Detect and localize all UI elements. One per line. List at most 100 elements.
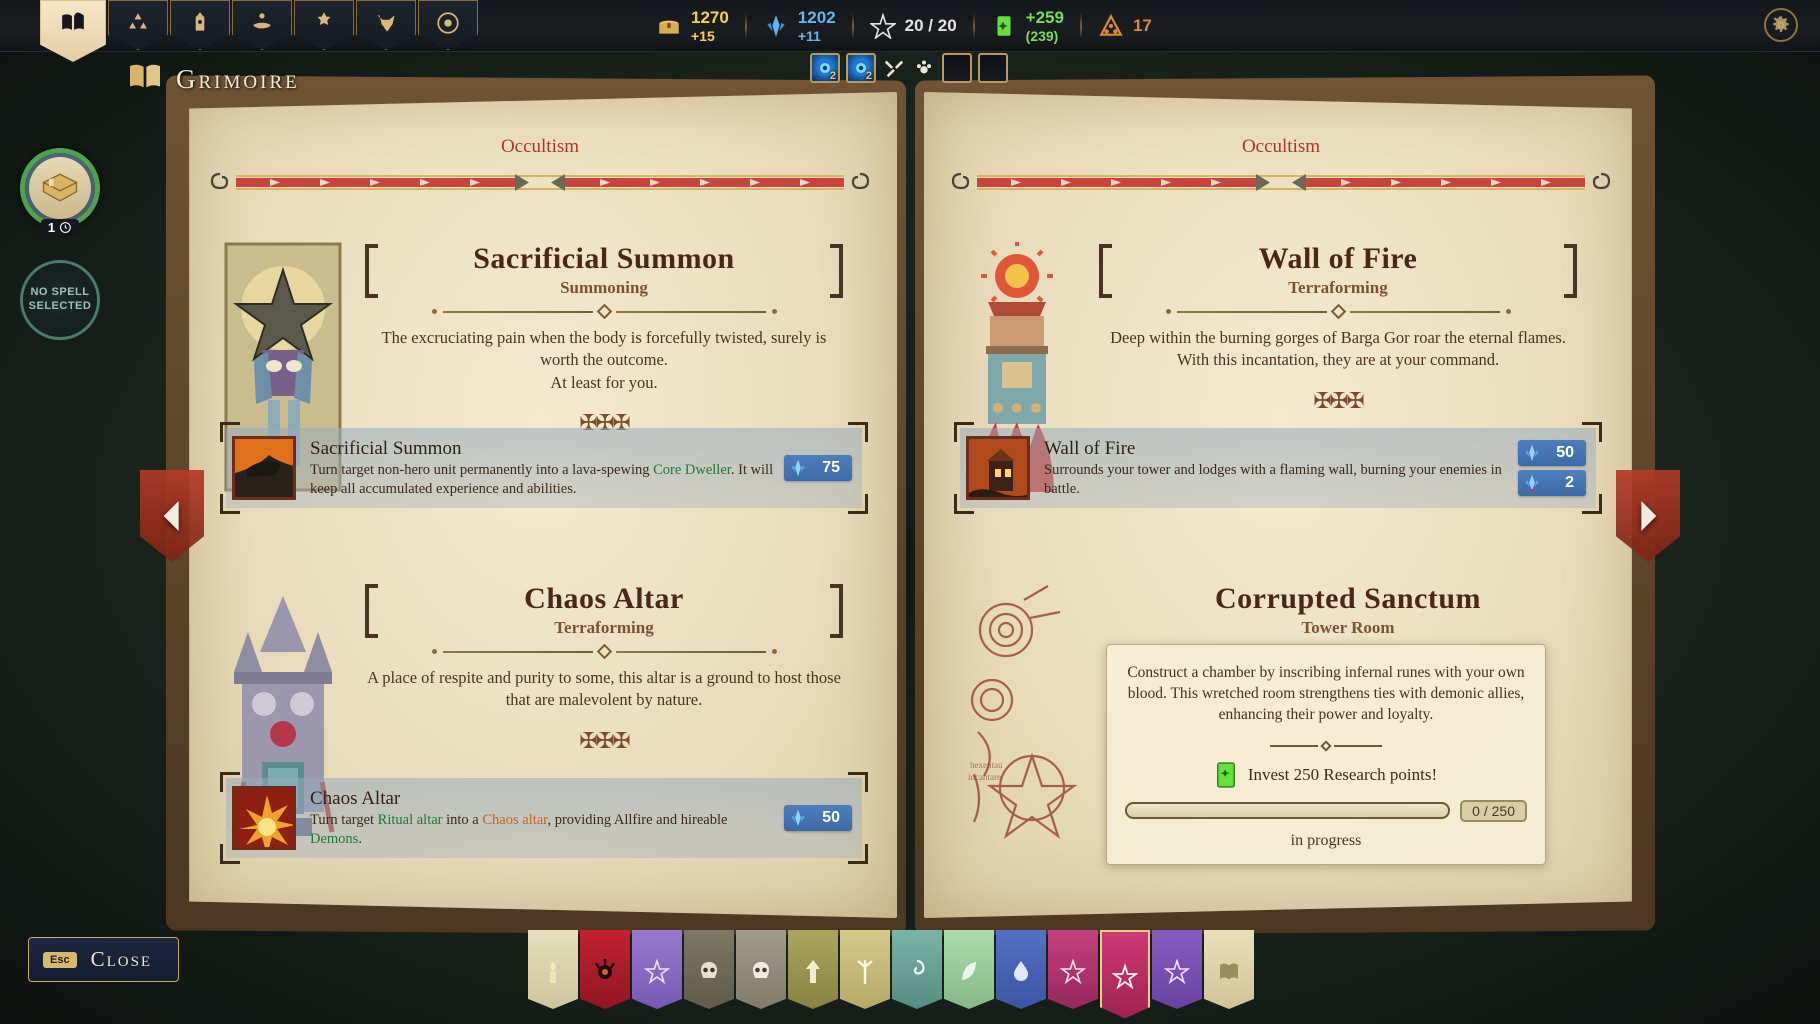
quick-slot-portal-1[interactable]: 2 <box>810 53 840 83</box>
artifact-icon <box>317 12 331 25</box>
spell-card-name: Wall of Fire <box>1044 438 1136 460</box>
bookmark-mint[interactable] <box>944 930 994 1009</box>
bookmark-sand[interactable] <box>840 930 890 1009</box>
quick-slot-empty-2[interactable] <box>978 53 1008 83</box>
entry-title: Corrupted Sanctum <box>1214 582 1481 615</box>
warning-triangle-icon <box>1098 13 1124 39</box>
research-status: in progress <box>1290 831 1362 849</box>
bracket-right-icon <box>826 244 848 298</box>
cost-mana: 75 <box>784 455 852 481</box>
no-spell-line2: SELECTED <box>28 300 92 312</box>
mana-delta: +11 <box>797 28 821 44</box>
spell-card-costs: 75 <box>784 455 862 481</box>
bookmark-cream[interactable] <box>1204 930 1254 1009</box>
book-page-left: Occultism Sacrificial Summon Summoning T… <box>189 92 897 918</box>
svg-text:incantare: incantare <box>968 772 1001 782</box>
bookmark-violet[interactable] <box>1152 930 1202 1009</box>
book-page-right: Occultism Wall of Fire Terraforming Deep… <box>924 92 1632 918</box>
rune-icon <box>857 960 873 984</box>
flaming-altar-icon <box>232 786 296 850</box>
tab-grimoire[interactable] <box>40 0 106 62</box>
resource-spell-slots[interactable]: 20 / 20 <box>854 0 973 52</box>
room-turn-count: 1 <box>47 220 56 235</box>
panel-divider <box>1125 740 1527 752</box>
resource-unrest[interactable]: 17 <box>1082 0 1168 52</box>
bookmark-gray[interactable] <box>736 930 786 1009</box>
resource-research[interactable]: +259 (239) <box>975 0 1080 52</box>
gold-delta: +15 <box>691 28 715 44</box>
quick-slot-empty-1[interactable] <box>942 53 972 83</box>
bracket-left-icon <box>1094 244 1116 298</box>
mana-crystal-icon <box>791 459 805 477</box>
open-book-icon <box>128 62 162 97</box>
chevron-left-icon <box>163 501 179 531</box>
tab-artifacts[interactable] <box>294 0 354 50</box>
spell-card-sacrificial-summon[interactable]: Sacrificial Summon Turn target non-hero … <box>220 422 868 514</box>
quick-slot-portal-2[interactable]: 2 <box>846 53 876 83</box>
svg-text:hexentau: hexentau <box>970 760 1003 770</box>
tab-offerings[interactable] <box>232 0 292 50</box>
spell-card-chaos-altar[interactable]: Chaos Altar Turn target Ritual altar int… <box>220 772 868 864</box>
research-panel-corrupted-sanctum[interactable]: Construct a chamber by inscribing infern… <box>1106 644 1546 865</box>
entry-title: Sacrificial Summon <box>473 242 735 275</box>
close-button-label: Close <box>90 947 153 971</box>
mana-crystal-icon <box>1525 444 1539 462</box>
research-progress-bar <box>1125 802 1451 820</box>
ornament-bar <box>210 170 870 192</box>
orbit-icon <box>437 12 459 34</box>
bookmark-blood[interactable] <box>580 930 630 1009</box>
tab-factions[interactable] <box>108 0 168 50</box>
paw-icon[interactable] <box>912 56 936 80</box>
entry-divider <box>364 643 844 660</box>
lava-beast-icon <box>232 436 296 500</box>
selected-room-chip[interactable]: 1 <box>20 148 100 236</box>
grimoire-entry-sacrificial-summon: Sacrificial Summon Summoning The excruci… <box>220 242 868 514</box>
unrest-value: 17 <box>1132 16 1152 35</box>
resource-gold[interactable]: 1270 +15 <box>640 0 745 52</box>
settings-button[interactable] <box>1764 8 1798 42</box>
cost-value: 50 <box>822 809 840 826</box>
hammer-pick-icon[interactable] <box>882 56 906 80</box>
bookmark-bone[interactable] <box>684 930 734 1009</box>
tab-tower[interactable] <box>170 0 230 50</box>
spell-card-description: Turn target Ritual altar into a Chaos al… <box>310 812 728 847</box>
page-header-right: Occultism <box>951 132 1611 210</box>
bookmark-occultism[interactable] <box>1100 930 1150 1019</box>
entry-school: Terraforming <box>1288 278 1388 297</box>
blood-eye-icon <box>594 959 616 979</box>
close-button[interactable]: Esc Close <box>28 937 180 982</box>
entry-header-corrupted-sanctum: Corrupted Sanctum Tower Room <box>1098 582 1598 638</box>
tab-units[interactable] <box>356 0 416 50</box>
research-invest-row[interactable]: Invest 250 Research points! <box>1125 762 1527 788</box>
resource-mana[interactable]: 1202 +11 <box>747 0 852 52</box>
bookmark-blue[interactable] <box>996 930 1046 1009</box>
cost-value: 75 <box>822 459 840 476</box>
pentagram-icon <box>869 13 896 39</box>
bookmark-teal[interactable] <box>892 930 942 1009</box>
spell-card-name: Chaos Altar <box>310 788 401 810</box>
cost-mana: 50 <box>784 805 852 831</box>
bookmark-magenta[interactable] <box>1048 930 1098 1009</box>
research-progress-value: 0 / 250 <box>1460 799 1527 822</box>
spell-card-text: Sacrificial Summon Turn target non-hero … <box>296 438 784 497</box>
previous-page-button[interactable] <box>140 470 204 562</box>
page-header-right-title: Occultism <box>1241 136 1321 157</box>
spell-card-wall-of-fire[interactable]: Wall of Fire Surrounds your tower and lo… <box>954 422 1602 514</box>
entry-divider <box>364 303 844 320</box>
cost-mana: 50 <box>1518 440 1586 466</box>
tab-astrology[interactable] <box>418 0 478 50</box>
grimoire-book: Occultism Sacrificial Summon Summoning T… <box>152 64 1669 943</box>
bookmark-arcane[interactable] <box>632 930 682 1009</box>
bookmark-olive[interactable] <box>788 930 838 1009</box>
no-spell-selected-indicator[interactable]: NO SPELL SELECTED <box>20 260 100 340</box>
spell-card-text: Chaos Altar Turn target Ritual altar int… <box>296 788 784 847</box>
entry-subtitle: Tower Room <box>1301 618 1395 637</box>
bookmark-parchment[interactable] <box>528 930 578 1009</box>
entry-flavor-text: The excruciating pain when the body is f… <box>381 328 827 392</box>
mana-value: 1202 <box>797 8 836 27</box>
spell-card-name: Sacrificial Summon <box>310 438 462 460</box>
entry-flavor-text: Deep within the burning gorges of Barga … <box>1110 328 1566 370</box>
gear-icon <box>1773 16 1789 32</box>
research-invest-label: Invest 250 Research points! <box>1247 764 1438 784</box>
next-page-button[interactable] <box>1616 470 1680 562</box>
